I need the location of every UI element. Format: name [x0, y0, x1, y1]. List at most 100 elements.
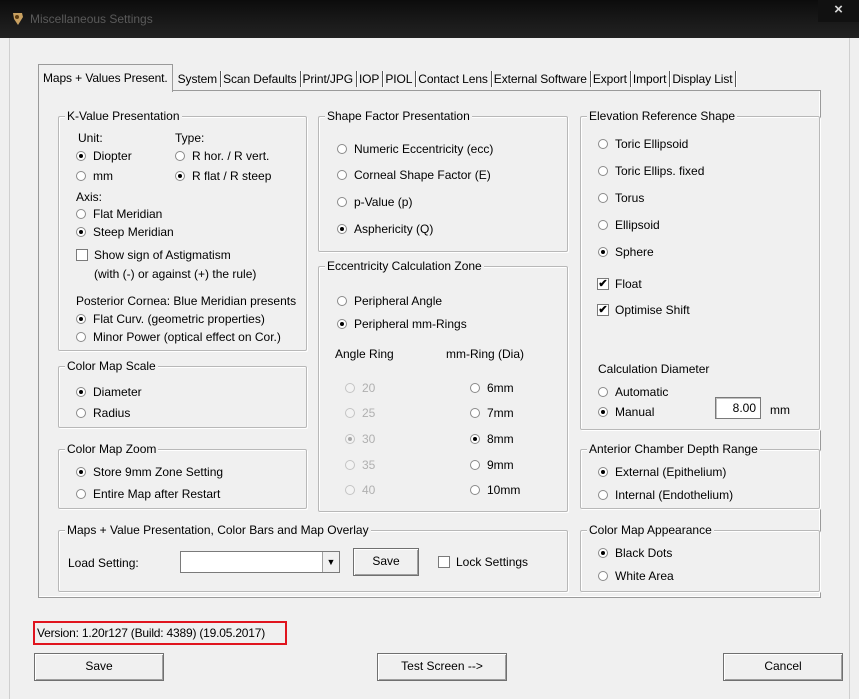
tab-external-software[interactable]: External Software: [491, 66, 591, 92]
overlay-save-button[interactable]: Save: [353, 548, 419, 576]
tab-system[interactable]: System: [175, 66, 222, 92]
acd-external-label: External (Epithelium): [615, 465, 727, 479]
posterior-minor-radio[interactable]: Minor Power (optical effect on Cor.): [73, 329, 281, 345]
test-screen-button[interactable]: Test Screen -->: [377, 653, 507, 681]
radio-dot: [345, 460, 355, 470]
angle-40-label: 40: [362, 483, 376, 497]
tab-print-jpg[interactable]: Print/JPG: [300, 66, 358, 92]
mm-9-radio[interactable]: 9mm: [467, 457, 514, 473]
zoom-entire-label: Entire Map after Restart: [93, 487, 221, 501]
appearance-white-radio[interactable]: White Area: [595, 568, 674, 584]
cancel-button[interactable]: Cancel: [723, 653, 843, 681]
type-rhor-radio[interactable]: R hor. / R vert.: [172, 148, 269, 164]
astigmatism-checkbox[interactable]: Show sign of Astigmatism: [74, 247, 231, 263]
zoom-store-radio[interactable]: Store 9mm Zone Setting: [73, 464, 223, 480]
mm-6-radio[interactable]: 6mm: [467, 380, 514, 396]
axis-steep-radio[interactable]: Steep Meridian: [73, 224, 174, 240]
ecc-peripheral-rings-radio[interactable]: Peripheral mm-Rings: [334, 316, 467, 332]
type-rflat-radio[interactable]: R flat / R steep: [172, 168, 271, 184]
lock-settings-checkbox[interactable]: Lock Settings: [436, 554, 528, 570]
unit-diopter-radio[interactable]: Diopter: [73, 148, 132, 164]
zoom-entire-radio[interactable]: Entire Map after Restart: [73, 486, 220, 502]
tab-contact-lens[interactable]: Contact Lens: [415, 66, 492, 92]
mm-8-radio[interactable]: 8mm: [467, 431, 514, 447]
type-rflat-label: R flat / R steep: [192, 169, 272, 183]
radio-dot: [598, 247, 608, 257]
angle-40-radio[interactable]: 40: [342, 482, 375, 498]
angle-20-radio[interactable]: 20: [342, 380, 375, 396]
manual-diameter-input[interactable]: 8.00: [715, 397, 761, 419]
mm-7-radio[interactable]: 7mm: [467, 405, 514, 421]
kvalue-legend: K-Value Presentation: [65, 109, 182, 123]
chevron-down-icon[interactable]: ▼: [322, 552, 339, 572]
shape-pvalue-radio[interactable]: p-Value (p): [334, 194, 412, 210]
shape-asphericity-label: Asphericity (Q): [354, 222, 434, 236]
axis-flat-radio[interactable]: Flat Meridian: [73, 206, 162, 222]
mm-10-radio[interactable]: 10mm: [467, 482, 520, 498]
tab-scan-defaults[interactable]: Scan Defaults: [220, 66, 301, 92]
angle-30-radio[interactable]: 30: [342, 431, 375, 447]
shape-factor-legend: Shape Factor Presentation: [325, 109, 472, 123]
elev-sphere-radio[interactable]: Sphere: [595, 244, 654, 260]
tab-iop[interactable]: IOP: [356, 66, 384, 92]
unit-mm-radio[interactable]: mm: [73, 168, 113, 184]
scale-radius-radio[interactable]: Radius: [73, 405, 130, 421]
shape-numeric-radio[interactable]: Numeric Eccentricity (ecc): [334, 141, 493, 157]
tab-import[interactable]: Import: [630, 66, 671, 92]
angle-35-label: 35: [362, 458, 376, 472]
angle-ring-label: Angle Ring: [335, 347, 394, 361]
elev-torus-radio[interactable]: Torus: [595, 190, 644, 206]
tab-display-list[interactable]: Display List: [669, 66, 737, 92]
radio-dot: [337, 224, 347, 234]
shape-corneal-label: Corneal Shape Factor (E): [354, 168, 491, 182]
tab-export[interactable]: Export: [590, 66, 632, 92]
radio-dot: [345, 434, 355, 444]
shape-numeric-label: Numeric Eccentricity (ecc): [354, 142, 494, 156]
radio-dot: [337, 296, 347, 306]
radio-dot: [76, 332, 86, 342]
optimise-shift-checkbox[interactable]: ✔ Optimise Shift: [595, 302, 690, 318]
appearance-black-radio[interactable]: Black Dots: [595, 545, 672, 561]
elev-torus-label: Torus: [615, 191, 645, 205]
shape-asphericity-radio[interactable]: Asphericity (Q): [334, 221, 433, 237]
elev-ellipsoid-radio[interactable]: Ellipsoid: [595, 217, 660, 233]
calc-manual-radio[interactable]: Manual: [595, 404, 654, 420]
tab-piol[interactable]: PIOL: [382, 66, 417, 92]
shape-pvalue-label: p-Value (p): [354, 195, 413, 209]
load-setting-select[interactable]: ▼: [180, 551, 340, 573]
radio-dot: [598, 490, 608, 500]
version-label: Version: 1.20r127 (Build: 4389) (19.05.2…: [33, 621, 287, 645]
posterior-flat-radio[interactable]: Flat Curv. (geometric properties): [73, 311, 265, 327]
float-label: Float: [615, 277, 642, 291]
angle-30-label: 30: [362, 432, 376, 446]
radio-dot: [345, 485, 355, 495]
calc-diameter-label: Calculation Diameter: [598, 362, 710, 376]
calc-automatic-radio[interactable]: Automatic: [595, 384, 668, 400]
unit-diopter-label: Diopter: [93, 149, 132, 163]
appearance-legend: Color Map Appearance: [587, 523, 714, 537]
angle-25-radio[interactable]: 25: [342, 405, 375, 421]
elev-toric-ellipsoid-radio[interactable]: Toric Ellipsoid: [595, 136, 688, 152]
radio-dot: [76, 171, 86, 181]
manual-unit-label: mm: [770, 403, 790, 417]
acd-internal-label: Internal (Endothelium): [615, 488, 734, 502]
radio-dot: [76, 314, 86, 324]
load-setting-label: Load Setting:: [68, 556, 139, 570]
scale-diameter-radio[interactable]: Diameter: [73, 384, 142, 400]
close-button[interactable]: ×: [818, 0, 859, 22]
window-border-left: [0, 38, 10, 699]
radio-dot: [76, 408, 86, 418]
elev-toric-fixed-radio[interactable]: Toric Ellips. fixed: [595, 163, 704, 179]
shape-corneal-radio[interactable]: Corneal Shape Factor (E): [334, 167, 491, 183]
appearance-white-label: White Area: [615, 569, 674, 583]
ecc-peripheral-angle-radio[interactable]: Peripheral Angle: [334, 293, 442, 309]
acd-external-radio[interactable]: External (Epithelium): [595, 464, 726, 480]
acd-internal-radio[interactable]: Internal (Endothelium): [595, 487, 733, 503]
save-button[interactable]: Save: [34, 653, 164, 681]
radio-dot: [76, 387, 86, 397]
radio-dot: [598, 548, 608, 558]
radio-dot: [598, 139, 608, 149]
tab-maps-values[interactable]: Maps + Values Present.: [38, 64, 173, 92]
float-checkbox[interactable]: ✔ Float: [595, 276, 642, 292]
angle-35-radio[interactable]: 35: [342, 457, 375, 473]
